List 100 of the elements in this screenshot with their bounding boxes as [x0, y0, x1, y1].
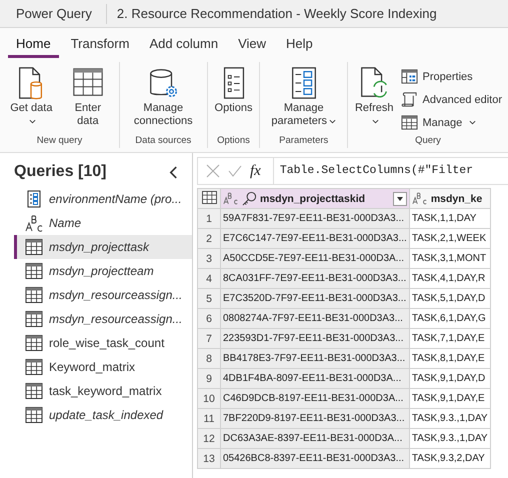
ribbon-button[interactable]: Manage	[398, 112, 504, 133]
table-cell: E7C6C147-7E97-EE11-BE31-000D3A3...	[220, 228, 410, 248]
query-item[interactable]: Keyword_matrix	[14, 355, 192, 379]
ribbon-button[interactable]: Manage parameters	[264, 66, 343, 135]
parameter-icon	[25, 190, 43, 208]
table-cell: DC63A3AE-8397-EE11-BE31-000D3A...	[220, 428, 410, 448]
fx-label: fx	[250, 162, 261, 180]
table-cell: BB4178E3-7F97-EE11-BE31-000D3A3...	[220, 348, 410, 368]
table-cell: TASK,7,1,DAY,E	[409, 328, 490, 348]
ribbon-button[interactable]: Get data	[4, 66, 59, 135]
query-item[interactable]: msdyn_resourceassign...	[14, 307, 192, 331]
query-item[interactable]: msdyn_projecttask	[14, 235, 192, 259]
group-label: Options	[216, 135, 251, 146]
ribbon-button[interactable]: Options	[212, 66, 256, 135]
scroll-icon	[400, 91, 418, 108]
ribbon-tab[interactable]: Help	[278, 31, 321, 58]
row-number: 8	[198, 348, 220, 368]
query-item[interactable]: environmentName (pro...	[14, 187, 192, 211]
pane-title: Queries [10]	[14, 163, 106, 181]
table-icon	[25, 334, 43, 352]
group-label: Query	[414, 135, 442, 146]
table-cell: 05426BC8-8397-EE11-BE31-000D3A3...	[220, 448, 410, 468]
window-title: 2. Resource Recommendation - Weekly Score Indexing	[116, 6, 437, 21]
group-label: Data sources	[134, 135, 192, 146]
table-cell: 4DB1F4BA-8097-EE11-BE31-000D3A...	[220, 368, 410, 388]
query-item[interactable]: msdyn_resourceassign...	[14, 283, 192, 307]
table-cell: 59A7F831-7E97-EE11-BE31-000D3A3...	[220, 208, 410, 228]
table-icon	[25, 406, 43, 424]
table-cell: TASK,9.3.,1,DAY	[409, 428, 490, 448]
caret-icon	[329, 118, 336, 124]
row-number: 1	[198, 208, 220, 228]
row-number: 4	[198, 268, 220, 288]
table-icon	[400, 114, 418, 131]
column-name: msdyn_projecttaskid	[260, 192, 366, 204]
row-number: 11	[198, 408, 220, 428]
app-name: Power Query	[15, 6, 93, 21]
table-cell: A50CCD5E-7E97-EE11-BE31-000D3A...	[220, 248, 410, 268]
text-type-icon	[25, 214, 43, 232]
properties-icon	[400, 68, 418, 85]
table-cell: TASK,3,1,MONT	[409, 248, 490, 268]
column-header[interactable]: msdyn_ke	[409, 188, 490, 208]
table-corner[interactable]	[198, 188, 220, 208]
query-item[interactable]: msdyn_projectteam	[14, 259, 192, 283]
column-name: msdyn_ke	[430, 192, 482, 204]
row-number: 2	[198, 228, 220, 248]
table-cell: TASK,5,1,DAY,D	[409, 288, 490, 308]
table-icon	[25, 382, 43, 400]
table-cell: TASK,9.3,2,DAY	[409, 448, 490, 468]
collapse-icon[interactable]	[169, 166, 178, 178]
ribbon-tab[interactable]: Add column	[141, 31, 226, 58]
table-cell: 8CA031FF-7E97-EE11-BE31-000D3A3...	[220, 268, 410, 288]
caret-icon	[469, 120, 476, 125]
row-number: 13	[198, 448, 220, 468]
row-number: 12	[198, 428, 220, 448]
table-cell: 223593D1-7F97-EE11-BE31-000D3A3...	[220, 328, 410, 348]
table-icon	[202, 190, 216, 204]
query-item[interactable]: task_keyword_matrix	[14, 379, 192, 403]
ribbon-tab[interactable]: View	[230, 31, 274, 58]
table-cell: TASK,6,1,DAY,G	[409, 308, 490, 328]
table-cell: TASK,8,1,DAY,E	[409, 348, 490, 368]
table-icon	[25, 358, 43, 376]
ribbon-tab[interactable]: Transform	[62, 31, 138, 58]
table-icon	[25, 310, 43, 328]
ribbon-button[interactable]: Advanced editor	[398, 89, 504, 110]
group-label: Parameters	[278, 135, 330, 146]
check-icon[interactable]	[228, 164, 242, 178]
row-number: 7	[198, 328, 220, 348]
table-cell: TASK,1,1,DAY	[409, 208, 490, 228]
row-number: 3	[198, 248, 220, 268]
query-item[interactable]: role_wise_task_count	[14, 331, 192, 355]
table-cell: TASK,9.3.,1,DAY	[409, 408, 490, 428]
caret-icon	[372, 118, 379, 124]
dropdown-icon[interactable]	[392, 192, 407, 206]
row-number: 10	[198, 388, 220, 408]
table-icon	[25, 238, 43, 256]
formula-field[interactable]: Table.SelectColumns(#"Filter	[272, 158, 508, 184]
table-cell: 7BF220D9-8197-EE11-BE31-000D3A3...	[220, 408, 410, 428]
group-label: New query	[36, 135, 84, 146]
row-number: 6	[198, 308, 220, 328]
table-cell: TASK,9,1,DAY,E	[409, 388, 490, 408]
ribbon-button[interactable]: Enter data	[60, 66, 116, 135]
ribbon-button[interactable]: Manage connections	[124, 66, 203, 135]
table-cell: E7C3520D-7F97-EE11-BE31-000D3A3...	[220, 288, 410, 308]
table-icon	[25, 262, 43, 280]
ribbon-button[interactable]: Properties	[398, 66, 504, 87]
column-header[interactable]: msdyn_projecttaskid	[220, 188, 410, 208]
table-icon	[25, 286, 43, 304]
query-item[interactable]: update_task_indexed	[14, 403, 192, 427]
table-cell: TASK,4,1,DAY,R	[409, 268, 490, 288]
query-item[interactable]: Name	[14, 211, 192, 235]
table-cell: C46D9DCB-8197-EE11-BE31-000D3A...	[220, 388, 410, 408]
table-cell: TASK,2,1,WEEK	[409, 228, 490, 248]
caret-icon	[28, 118, 36, 124]
table-cell: 0808274A-7F97-EE11-BE31-000D3A3...	[220, 308, 410, 328]
text-type-icon	[223, 192, 239, 205]
table-cell: TASK,9,1,DAY,D	[409, 368, 490, 388]
row-number: 5	[198, 288, 220, 308]
ribbon-button[interactable]: Refresh	[352, 66, 397, 135]
row-number: 9	[198, 368, 220, 388]
text-type-icon	[412, 192, 428, 205]
